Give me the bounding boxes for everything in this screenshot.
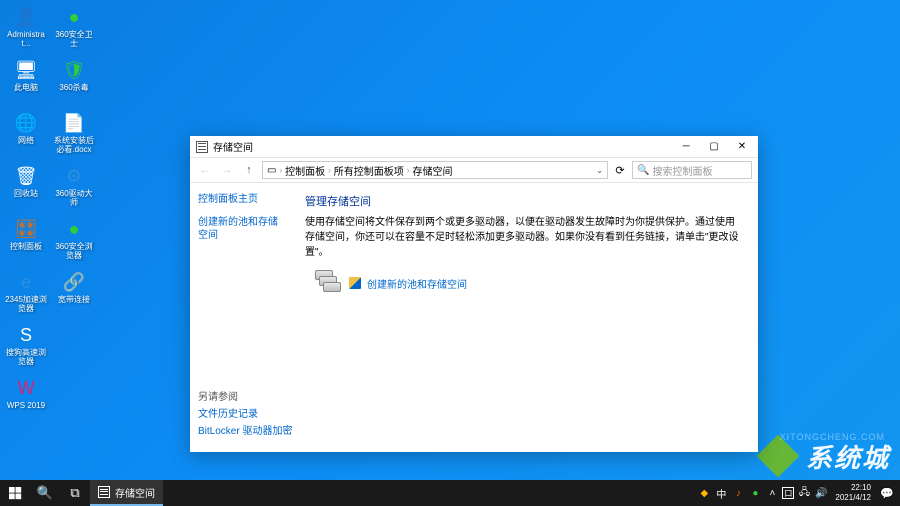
desktop-icon-recycle[interactable]: 🗑回收站 xyxy=(5,164,47,212)
maximize-button[interactable]: ▢ xyxy=(700,137,728,157)
disks-icon xyxy=(315,270,343,296)
see-also-file-history[interactable]: 文件历史记录 xyxy=(198,408,298,421)
see-also-bitlocker[interactable]: BitLocker 驱动器加密 xyxy=(198,425,298,438)
desktop-icon-360-browser[interactable]: ●360安全浏览器 xyxy=(53,217,95,265)
desktop-icon-broadband[interactable]: 🔗宽带连接 xyxy=(53,270,95,318)
content-heading: 管理存储空间 xyxy=(305,193,743,209)
sidebar-create-link[interactable]: 创建新的池和存储空间 xyxy=(198,216,282,242)
desktop-icon-ctrl-panel[interactable]: 🎛控制面板 xyxy=(5,217,47,265)
desktop-icon-360-driver[interactable]: ⚙360驱动大师 xyxy=(53,164,95,212)
task-icon xyxy=(98,486,110,498)
see-also: 另请参阅 文件历史记录 BitLocker 驱动器加密 xyxy=(198,388,298,442)
search-input[interactable]: 🔍 搜索控制面板 xyxy=(632,161,752,179)
close-button[interactable]: ✕ xyxy=(728,137,756,157)
search-icon: 🔍 xyxy=(637,165,649,176)
desktop-icon-ie[interactable]: e2345加速浏览器 xyxy=(5,270,47,318)
forward-button[interactable]: → xyxy=(218,161,236,179)
create-pool-action[interactable]: 创建新的池和存储空间 xyxy=(315,270,743,296)
desktop-icon-administrator[interactable]: 👤Administrat... xyxy=(5,5,47,53)
desktop-icon-360-shadu[interactable]: 🛡360杀毒 xyxy=(53,58,95,106)
notifications-button[interactable]: 💬 xyxy=(878,480,896,506)
see-also-header: 另请参阅 xyxy=(198,388,298,403)
tray-icon-2[interactable]: ♪ xyxy=(731,486,745,500)
tray-chevron-icon[interactable]: ˄ xyxy=(765,486,779,500)
window-icon xyxy=(196,141,208,153)
desktop-icon-sogou[interactable]: S搜狗高速浏览器 xyxy=(5,323,47,371)
task-view-button[interactable]: ⧉ xyxy=(60,480,90,506)
tray-input-icon[interactable]: 口 xyxy=(782,487,794,499)
tray-network-icon[interactable]: 🖧 xyxy=(797,486,811,500)
sidebar-home-link[interactable]: 控制面板主页 xyxy=(198,193,282,206)
desktop-icon-network[interactable]: 🌐网络 xyxy=(5,111,47,159)
create-pool-link[interactable]: 创建新的池和存储空间 xyxy=(367,276,467,291)
content: 管理存储空间 使用存储空间将文件保存到两个或更多驱动器，以便在驱动器发生故障时为… xyxy=(290,183,758,452)
breadcrumb-dropdown-icon[interactable]: ⌄ xyxy=(596,166,603,175)
refresh-button[interactable]: ⟳ xyxy=(612,162,628,178)
breadcrumb-icon: ▭ xyxy=(267,165,276,176)
window-title: 存储空间 xyxy=(213,139,672,154)
tray-volume-icon[interactable]: 🔊 xyxy=(814,486,828,500)
desktop-icon-this-pc[interactable]: 🖥此电脑 xyxy=(5,58,47,106)
taskbar: 🔍 ⧉ 存储空间 ◆ 中 ♪ ● ˄ 口 🖧 🔊 22:10 2021/4/12… xyxy=(0,480,900,506)
storage-spaces-window: 存储空间 ─ ▢ ✕ ← → ↑ ▭ › 控制面板 › 所有控制面板项 › 存储… xyxy=(190,136,758,452)
content-description: 使用存储空间将文件保存到两个或更多驱动器，以便在驱动器发生故障时为你提供保护。通… xyxy=(305,215,743,260)
task-storage-spaces[interactable]: 存储空间 xyxy=(90,480,163,506)
crumb-all-items[interactable]: 所有控制面板项 xyxy=(334,163,404,178)
address-bar: ← → ↑ ▭ › 控制面板 › 所有控制面板项 › 存储空间 ⌄ ⟳ 🔍 搜索… xyxy=(190,158,758,183)
search-button[interactable]: 🔍 xyxy=(30,480,60,506)
titlebar[interactable]: 存储空间 ─ ▢ ✕ xyxy=(190,136,758,158)
crumb-storage[interactable]: 存储空间 xyxy=(412,163,452,178)
tray-icon-1[interactable]: ◆ xyxy=(697,486,711,500)
sidebar: 控制面板主页 创建新的池和存储空间 另请参阅 文件历史记录 BitLocker … xyxy=(190,183,290,452)
tray-ime-icon[interactable]: 中 xyxy=(714,486,728,500)
shield-icon xyxy=(349,277,361,289)
watermark-url: XITONGCHENG.COM xyxy=(780,432,885,442)
tray-360-icon[interactable]: ● xyxy=(748,486,762,500)
watermark-logo: 系统城 xyxy=(758,436,890,476)
desktop-icon-wps[interactable]: WWPS 2019 xyxy=(5,376,47,424)
back-button[interactable]: ← xyxy=(196,161,214,179)
start-button[interactable] xyxy=(0,480,30,506)
desktop-icon-360-safe[interactable]: ●360安全卫士 xyxy=(53,5,95,53)
up-button[interactable]: ↑ xyxy=(240,161,258,179)
desktop-icon-docx[interactable]: 📄系统安装后必看.docx xyxy=(53,111,95,159)
system-tray: ◆ 中 ♪ ● ˄ 口 🖧 🔊 22:10 2021/4/12 💬 xyxy=(697,480,900,506)
breadcrumb[interactable]: ▭ › 控制面板 › 所有控制面板项 › 存储空间 ⌄ xyxy=(262,161,608,179)
crumb-control-panel[interactable]: 控制面板 xyxy=(285,163,325,178)
minimize-button[interactable]: ─ xyxy=(672,137,700,157)
taskbar-clock[interactable]: 22:10 2021/4/12 xyxy=(831,483,875,502)
